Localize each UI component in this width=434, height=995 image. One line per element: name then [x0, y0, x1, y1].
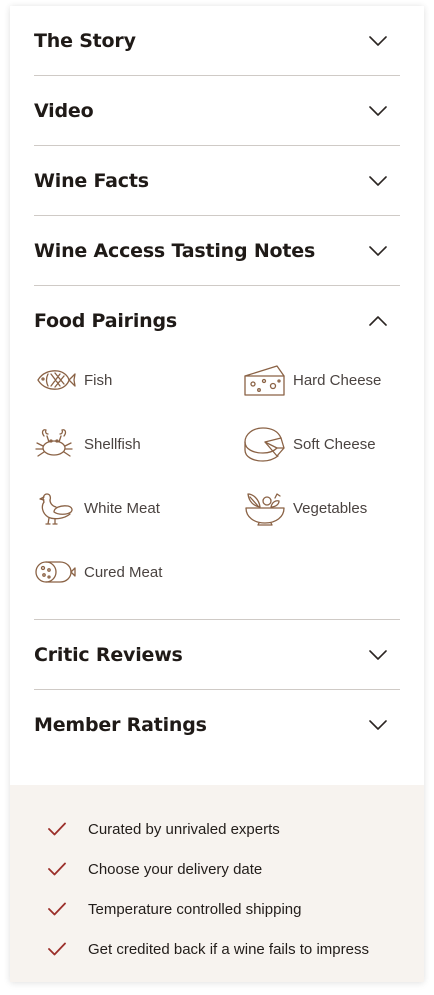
- accordion-header-member-ratings[interactable]: Member Ratings: [34, 690, 400, 759]
- accordion-section-wine-facts: Wine Facts: [34, 146, 400, 216]
- pairing-item-soft-cheese: Soft Cheese: [243, 426, 400, 462]
- accordion-title: The Story: [34, 29, 136, 52]
- product-details-card: The Story Video Wine Facts Wine Access T…: [10, 6, 424, 982]
- accordion-header-critic-reviews[interactable]: Critic Reviews: [34, 620, 400, 689]
- pairing-label: White Meat: [84, 499, 160, 517]
- accordion-section-tasting-notes: Wine Access Tasting Notes: [34, 216, 400, 286]
- checkmark-icon: [48, 902, 66, 916]
- benefit-label: Curated by unrivaled experts: [88, 820, 280, 838]
- vegetables-icon: [245, 493, 285, 526]
- salami-icon: [35, 561, 76, 583]
- accordion-title: Video: [34, 99, 94, 122]
- crab-icon: [35, 429, 73, 457]
- accordion-header-wine-facts[interactable]: Wine Facts: [34, 146, 400, 215]
- accordion-section-food-pairings: Food Pairings Fish Hard Cheese Shellfish…: [34, 286, 400, 620]
- pairing-item-shellfish: Shellfish: [34, 426, 243, 462]
- benefit-item: Curated by unrivaled experts: [48, 809, 424, 849]
- benefits-panel: Curated by unrivaled experts Choose your…: [10, 785, 424, 982]
- accordion-title: Wine Access Tasting Notes: [34, 239, 316, 262]
- chevron-down-icon: [369, 649, 387, 660]
- chevron-down-icon: [369, 105, 387, 116]
- pairing-label: Cured Meat: [84, 563, 163, 581]
- chevron-up-icon: [369, 315, 387, 326]
- pairing-item-hard-cheese: Hard Cheese: [243, 362, 400, 398]
- chevron-down-icon: [369, 35, 387, 46]
- checkmark-icon: [48, 862, 66, 876]
- pairing-item-white-meat: White Meat: [34, 490, 243, 526]
- accordion-section-critic-reviews: Critic Reviews: [34, 620, 400, 690]
- accordion-header-the-story[interactable]: The Story: [34, 6, 400, 75]
- food-pairings-grid: Fish Hard Cheese Shellfish Soft Cheese W…: [34, 355, 400, 619]
- pairing-label: Hard Cheese: [293, 371, 382, 389]
- pairing-item-fish: Fish: [34, 362, 243, 398]
- benefit-label: Get credited back if a wine fails to imp…: [88, 940, 369, 958]
- chicken-icon: [39, 493, 73, 525]
- checkmark-icon: [48, 822, 66, 836]
- details-accordion: The Story Video Wine Facts Wine Access T…: [10, 6, 424, 759]
- accordion-section-the-story: The Story: [34, 6, 400, 76]
- pairing-label: Fish: [84, 371, 113, 389]
- accordion-section-video: Video: [34, 76, 400, 146]
- checkmark-icon: [48, 942, 66, 956]
- soft-cheese-icon: [244, 427, 285, 462]
- benefit-item: Choose your delivery date: [48, 849, 424, 889]
- benefit-item: Temperature controlled shipping: [48, 889, 424, 929]
- benefit-label: Temperature controlled shipping: [88, 900, 302, 918]
- accordion-header-food-pairings[interactable]: Food Pairings: [34, 286, 400, 355]
- chevron-down-icon: [369, 719, 387, 730]
- pairing-item-vegetables: Vegetables: [243, 490, 400, 526]
- accordion-section-member-ratings: Member Ratings: [34, 690, 400, 759]
- hard-cheese-icon: [244, 365, 285, 396]
- fish-icon: [37, 370, 76, 390]
- benefit-label: Choose your delivery date: [88, 860, 263, 878]
- pairing-item-cured-meat: Cured Meat: [34, 554, 243, 590]
- accordion-title: Member Ratings: [34, 713, 207, 736]
- benefit-item: Get credited back if a wine fails to imp…: [48, 929, 424, 969]
- chevron-down-icon: [369, 245, 387, 256]
- accordion-title: Critic Reviews: [34, 643, 183, 666]
- chevron-down-icon: [369, 175, 387, 186]
- pairing-label: Shellfish: [84, 435, 141, 453]
- pairing-label: Soft Cheese: [293, 435, 376, 453]
- accordion-title: Wine Facts: [34, 169, 149, 192]
- accordion-header-video[interactable]: Video: [34, 76, 400, 145]
- pairing-label: Vegetables: [293, 499, 368, 517]
- accordion-header-tasting-notes[interactable]: Wine Access Tasting Notes: [34, 216, 400, 285]
- accordion-title: Food Pairings: [34, 309, 177, 332]
